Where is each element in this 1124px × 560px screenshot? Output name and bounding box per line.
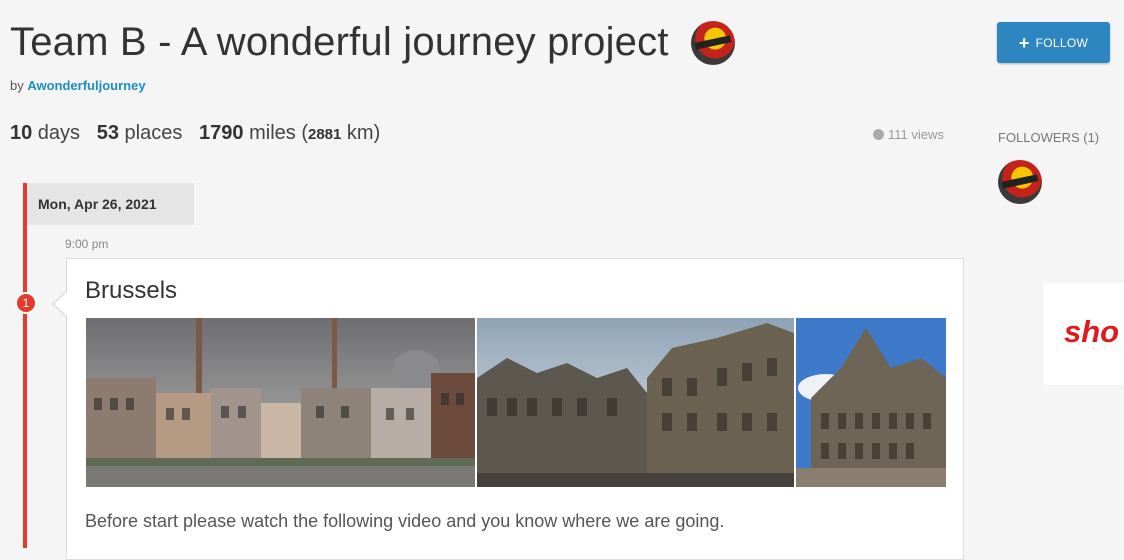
title-row: Team B - A wonderful journey project (10, 20, 735, 65)
byline: by Awonderfuljourney (10, 78, 146, 93)
miles-label: miles ( (243, 122, 308, 144)
eye-icon (873, 129, 884, 140)
followers-label: FOLLOWERS (1) (998, 130, 1100, 145)
follow-button[interactable]: + FOLLOW (997, 22, 1110, 63)
entry-time: 9:00 pm (65, 237, 109, 251)
photo-grand-place[interactable] (477, 318, 794, 487)
author-link[interactable]: Awonderfuljourney (27, 78, 145, 93)
photo-riverside[interactable] (86, 318, 475, 487)
timeline-line (23, 183, 27, 548)
places-count: 53 (96, 122, 119, 144)
by-prefix: by (10, 78, 28, 93)
follower-avatar[interactable] (998, 160, 1042, 204)
km-label: km) (341, 122, 381, 144)
trip-stats: 10 days 53 places 1790 miles (2881 km) (10, 122, 380, 145)
follow-label: FOLLOW (1035, 35, 1089, 50)
place-name[interactable]: Brussels (85, 277, 177, 305)
timeline-pin[interactable]: 1 (15, 292, 37, 314)
date-tag: Mon, Apr 26, 2021 (27, 183, 194, 225)
views-count: 111 views (873, 127, 944, 142)
entry-description: Before start please watch the following … (85, 511, 725, 531)
km-count: 2881 (307, 126, 342, 143)
photo-maison-du-roi[interactable] (796, 318, 946, 487)
trip-avatar[interactable] (690, 20, 735, 65)
places-label: places (118, 122, 183, 144)
miles-count: 1790 (199, 122, 244, 144)
plus-icon: + (1018, 32, 1030, 53)
days-count: 10 (10, 122, 33, 144)
page-title: Team B - A wonderful journey project (10, 20, 669, 64)
overlay-caption: sho (1064, 314, 1120, 349)
card-arrow-inner (54, 291, 68, 317)
views-label: 111 views (888, 127, 944, 142)
photo-strip (86, 318, 946, 487)
days-label: days (32, 122, 81, 144)
